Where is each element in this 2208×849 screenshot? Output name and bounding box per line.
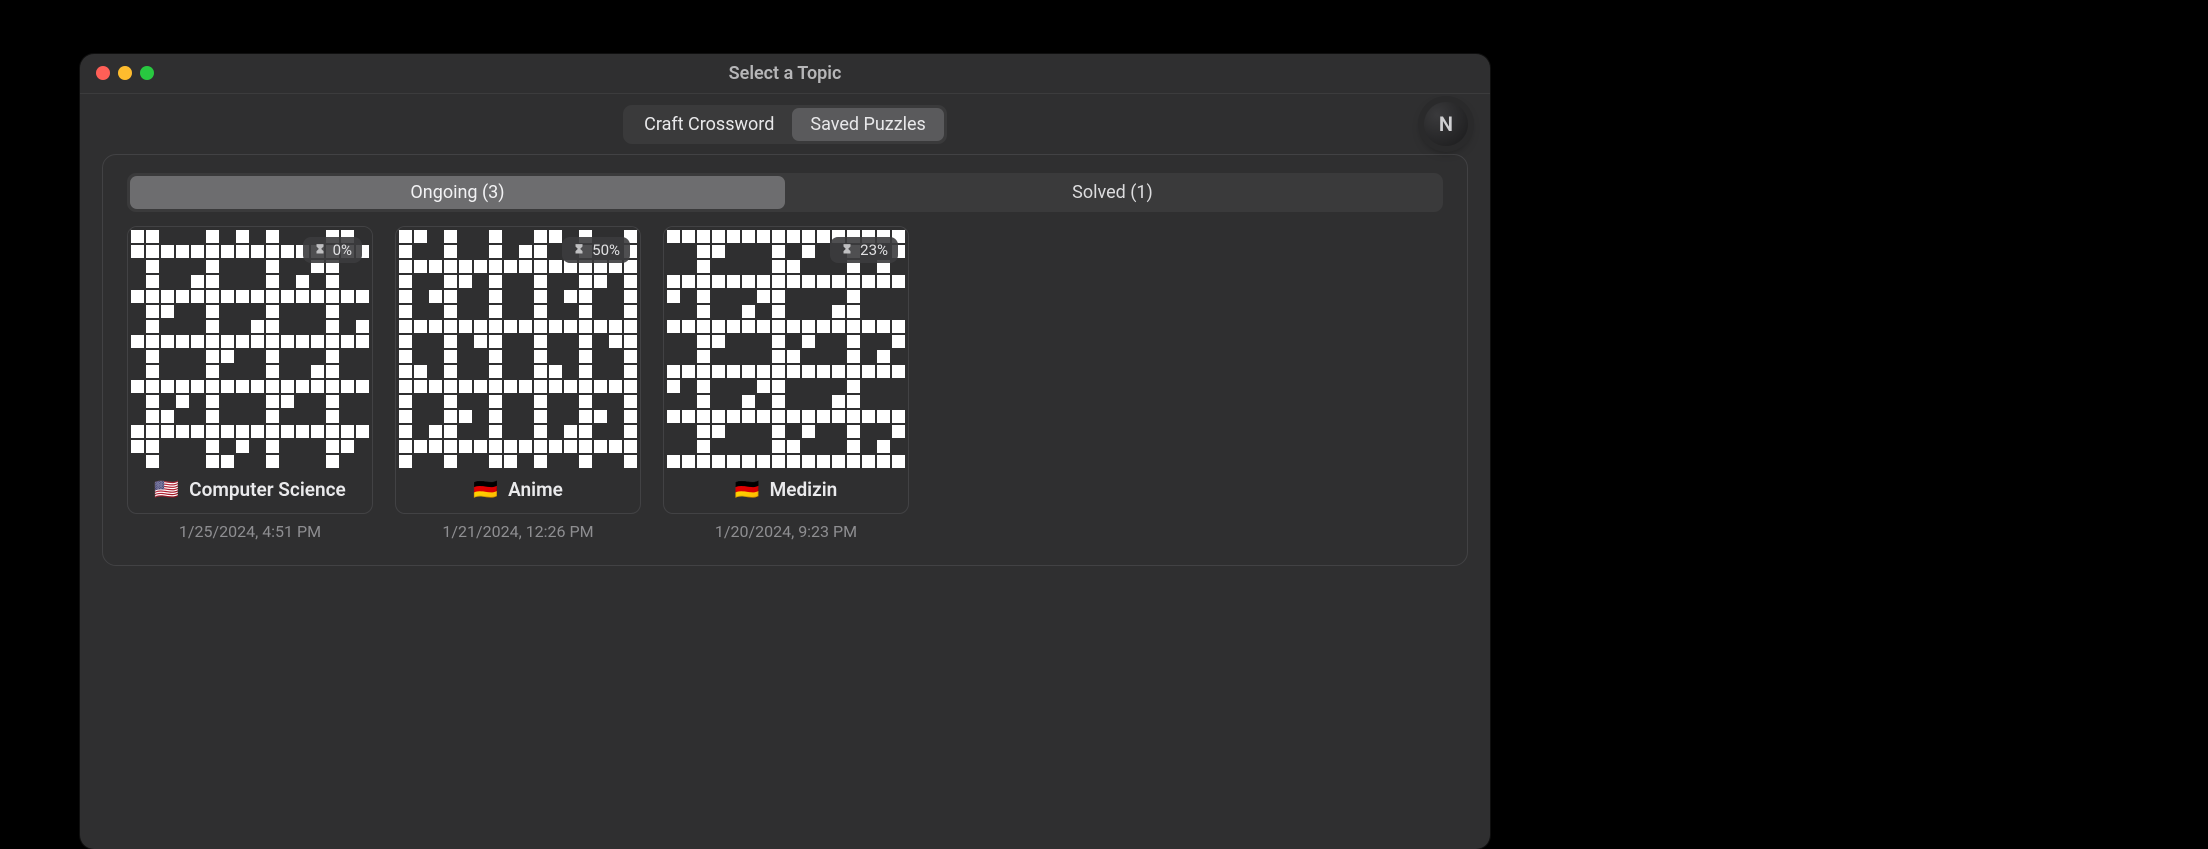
- flag-icon: 🇩🇪: [735, 477, 760, 501]
- content-panel: Ongoing (3) Solved (1) 0% 🇺🇸 Com: [102, 154, 1468, 566]
- puzzle-card[interactable]: 0% 🇺🇸 Computer Science: [127, 226, 373, 514]
- minimize-icon[interactable]: [118, 66, 132, 80]
- puzzle-timestamp: 1/25/2024, 4:51 PM: [127, 522, 373, 541]
- crossword-grid-preview: [128, 227, 372, 471]
- app-window: Select a Topic Craft Crossword Saved Puz…: [80, 54, 1490, 849]
- header-row: Craft Crossword Saved Puzzles N: [80, 94, 1490, 154]
- progress-badge: 23%: [830, 237, 898, 263]
- close-icon[interactable]: [96, 66, 110, 80]
- crossword-grid-preview: [664, 227, 908, 471]
- progress-value: 0%: [333, 241, 352, 259]
- puzzle-card-list: 0% 🇺🇸 Computer Science 1/25/2024, 4:51 P…: [127, 226, 1443, 541]
- titlebar: Select a Topic: [80, 54, 1490, 94]
- puzzle-card-wrap: 50% 🇩🇪 Anime 1/21/2024, 12:26 PM: [395, 226, 641, 541]
- progress-badge: 0%: [303, 237, 362, 263]
- puzzle-card[interactable]: 50% 🇩🇪 Anime: [395, 226, 641, 514]
- hourglass-icon: [572, 243, 586, 257]
- zoom-icon[interactable]: [140, 66, 154, 80]
- puzzle-card-wrap: 23% 🇩🇪 Medizin 1/20/2024, 9:23 PM: [663, 226, 909, 541]
- tab-saved-puzzles[interactable]: Saved Puzzles: [792, 108, 943, 141]
- progress-badge: 50%: [562, 237, 630, 263]
- window-title: Select a Topic: [729, 63, 842, 84]
- puzzle-title: Computer Science: [189, 478, 346, 501]
- flag-icon: 🇺🇸: [154, 477, 179, 501]
- avatar[interactable]: N: [1424, 102, 1468, 146]
- hourglass-icon: [840, 243, 854, 257]
- progress-value: 23%: [860, 241, 888, 259]
- progress-value: 50%: [592, 241, 620, 259]
- puzzle-thumbnail: 0%: [128, 227, 372, 467]
- puzzle-title-row: 🇩🇪 Anime: [396, 467, 640, 513]
- status-tabbar: Ongoing (3) Solved (1): [127, 173, 1443, 212]
- puzzle-thumbnail: 50%: [396, 227, 640, 467]
- avatar-initial: N: [1439, 112, 1453, 136]
- tab-solved[interactable]: Solved (1): [785, 176, 1440, 209]
- puzzle-title-row: 🇺🇸 Computer Science: [128, 467, 372, 513]
- puzzle-thumbnail: 23%: [664, 227, 908, 467]
- puzzle-card[interactable]: 23% 🇩🇪 Medizin: [663, 226, 909, 514]
- puzzle-title: Anime: [508, 478, 563, 501]
- puzzle-timestamp: 1/20/2024, 9:23 PM: [663, 522, 909, 541]
- crossword-grid-preview: [396, 227, 640, 471]
- flag-icon: 🇩🇪: [473, 477, 498, 501]
- tab-craft-crossword[interactable]: Craft Crossword: [626, 108, 792, 141]
- puzzle-title-row: 🇩🇪 Medizin: [664, 467, 908, 513]
- puzzle-card-wrap: 0% 🇺🇸 Computer Science 1/25/2024, 4:51 P…: [127, 226, 373, 541]
- puzzle-title: Medizin: [770, 478, 838, 501]
- window-controls: [96, 66, 154, 80]
- tab-ongoing[interactable]: Ongoing (3): [130, 176, 785, 209]
- hourglass-icon: [313, 243, 327, 257]
- main-segmented-control: Craft Crossword Saved Puzzles: [623, 105, 947, 144]
- puzzle-timestamp: 1/21/2024, 12:26 PM: [395, 522, 641, 541]
